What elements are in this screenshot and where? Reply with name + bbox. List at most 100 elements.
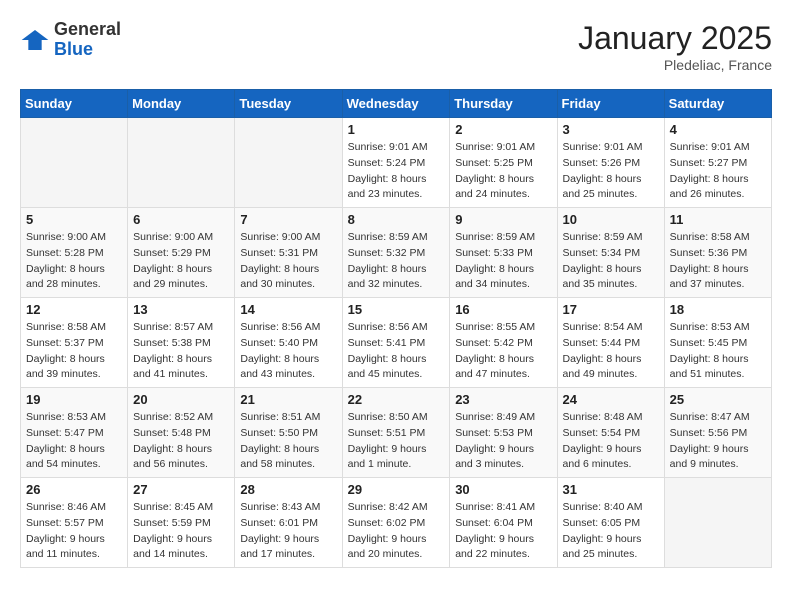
day-number: 11 <box>670 212 766 227</box>
day-of-week-header: Tuesday <box>235 90 342 118</box>
calendar-day-cell: 31 Sunrise: 8:40 AMSunset: 6:05 PMDayligh… <box>557 478 664 568</box>
day-number: 9 <box>455 212 551 227</box>
calendar-day-cell: 15 Sunrise: 8:56 AMSunset: 5:41 PMDayligh… <box>342 298 450 388</box>
day-info: Sunrise: 8:58 AMSunset: 5:37 PMDaylight:… <box>26 320 122 383</box>
day-info: Sunrise: 9:01 AMSunset: 5:27 PMDaylight:… <box>670 140 766 203</box>
day-info: Sunrise: 8:58 AMSunset: 5:36 PMDaylight:… <box>670 230 766 293</box>
title-block: January 2025 Pledeliac, France <box>578 20 772 73</box>
calendar-day-cell: 12 Sunrise: 8:58 AMSunset: 5:37 PMDayligh… <box>21 298 128 388</box>
day-info: Sunrise: 8:51 AMSunset: 5:50 PMDaylight:… <box>240 410 336 473</box>
calendar-day-cell: 3Sunrise: 9:01 AMSunset: 5:26 PMDaylight… <box>557 118 664 208</box>
calendar-day-cell: 19Sunrise: 8:53 AMSunset: 5:47 PMDayligh… <box>21 388 128 478</box>
calendar-day-cell: 28Sunrise: 8:43 AMSunset: 6:01 PMDayligh… <box>235 478 342 568</box>
day-info: Sunrise: 8:46 AMSunset: 5:57 PMDaylight:… <box>26 500 122 563</box>
day-number: 18 <box>670 302 766 317</box>
day-of-week-header: Monday <box>128 90 235 118</box>
day-number: 15 <box>348 302 445 317</box>
calendar-day-cell: 9 Sunrise: 8:59 AMSunset: 5:33 PMDaylight… <box>450 208 557 298</box>
calendar-day-cell: 7 Sunrise: 9:00 AMSunset: 5:31 PMDaylight… <box>235 208 342 298</box>
logo-blue: Blue <box>54 40 121 60</box>
day-info: Sunrise: 8:57 AMSunset: 5:38 PMDaylight:… <box>133 320 229 383</box>
day-number: 7 <box>240 212 336 227</box>
day-info: Sunrise: 8:52 AMSunset: 5:48 PMDaylight:… <box>133 410 229 473</box>
calendar-day-cell: 23 Sunrise: 8:49 AMSunset: 5:53 PMDayligh… <box>450 388 557 478</box>
calendar-header-row: SundayMondayTuesdayWednesdayThursdayFrid… <box>21 90 772 118</box>
day-number: 23 <box>455 392 551 407</box>
calendar-day-cell <box>128 118 235 208</box>
calendar-day-cell: 30 Sunrise: 8:41 AMSunset: 6:04 PMDayligh… <box>450 478 557 568</box>
day-number: 31 <box>563 482 659 497</box>
day-number: 1 <box>348 122 445 137</box>
day-number: 4 <box>670 122 766 137</box>
calendar-day-cell: 4 Sunrise: 9:01 AMSunset: 5:27 PMDaylight… <box>664 118 771 208</box>
calendar-day-cell: 24 Sunrise: 8:48 AMSunset: 5:54 PMDayligh… <box>557 388 664 478</box>
day-number: 28 <box>240 482 336 497</box>
calendar-day-cell <box>21 118 128 208</box>
calendar-day-cell <box>235 118 342 208</box>
day-info: Sunrise: 8:47 AMSunset: 5:56 PMDaylight:… <box>670 410 766 473</box>
day-of-week-header: Wednesday <box>342 90 450 118</box>
day-info: Sunrise: 8:59 AMSunset: 5:32 PMDaylight:… <box>348 230 445 293</box>
day-number: 22 <box>348 392 445 407</box>
logo-general: General <box>54 20 121 40</box>
calendar-day-cell: 29Sunrise: 8:42 AMSunset: 6:02 PMDayligh… <box>342 478 450 568</box>
day-info: Sunrise: 9:00 AMSunset: 5:31 PMDaylight:… <box>240 230 336 293</box>
day-info: Sunrise: 8:40 AMSunset: 6:05 PMDaylight:… <box>563 500 659 563</box>
day-number: 24 <box>563 392 659 407</box>
day-number: 17 <box>563 302 659 317</box>
calendar-day-cell: 11 Sunrise: 8:58 AMSunset: 5:36 PMDayligh… <box>664 208 771 298</box>
day-info: Sunrise: 9:01 AMSunset: 5:24 PMDaylight:… <box>348 140 445 203</box>
day-info: Sunrise: 8:45 AMSunset: 5:59 PMDaylight:… <box>133 500 229 563</box>
day-number: 26 <box>26 482 122 497</box>
day-number: 13 <box>133 302 229 317</box>
day-number: 20 <box>133 392 229 407</box>
calendar-table: SundayMondayTuesdayWednesdayThursdayFrid… <box>20 89 772 568</box>
day-info: Sunrise: 8:53 AMSunset: 5:47 PMDaylight:… <box>26 410 122 473</box>
calendar-day-cell: 10 Sunrise: 8:59 AMSunset: 5:34 PMDayligh… <box>557 208 664 298</box>
calendar-day-cell: 25Sunrise: 8:47 AMSunset: 5:56 PMDayligh… <box>664 388 771 478</box>
day-info: Sunrise: 8:41 AMSunset: 6:04 PMDaylight:… <box>455 500 551 563</box>
calendar-week-row: 19Sunrise: 8:53 AMSunset: 5:47 PMDayligh… <box>21 388 772 478</box>
page-header: General Blue January 2025 Pledeliac, Fra… <box>20 20 772 73</box>
calendar-day-cell: 21 Sunrise: 8:51 AMSunset: 5:50 PMDayligh… <box>235 388 342 478</box>
day-info: Sunrise: 9:01 AMSunset: 5:26 PMDaylight:… <box>563 140 659 203</box>
day-of-week-header: Sunday <box>21 90 128 118</box>
day-number: 10 <box>563 212 659 227</box>
logo-icon <box>20 28 50 52</box>
day-number: 12 <box>26 302 122 317</box>
calendar-week-row: 5Sunrise: 9:00 AMSunset: 5:28 PMDaylight… <box>21 208 772 298</box>
day-number: 5 <box>26 212 122 227</box>
month-title: January 2025 <box>578 20 772 57</box>
calendar-day-cell: 17 Sunrise: 8:54 AMSunset: 5:44 PMDayligh… <box>557 298 664 388</box>
day-number: 6 <box>133 212 229 227</box>
day-number: 30 <box>455 482 551 497</box>
day-info: Sunrise: 8:59 AMSunset: 5:33 PMDaylight:… <box>455 230 551 293</box>
calendar-day-cell: 16Sunrise: 8:55 AMSunset: 5:42 PMDayligh… <box>450 298 557 388</box>
day-of-week-header: Friday <box>557 90 664 118</box>
calendar-day-cell: 27 Sunrise: 8:45 AMSunset: 5:59 PMDayligh… <box>128 478 235 568</box>
day-info: Sunrise: 8:59 AMSunset: 5:34 PMDaylight:… <box>563 230 659 293</box>
location: Pledeliac, France <box>578 57 772 73</box>
day-number: 29 <box>348 482 445 497</box>
day-number: 21 <box>240 392 336 407</box>
day-info: Sunrise: 8:48 AMSunset: 5:54 PMDaylight:… <box>563 410 659 473</box>
calendar-day-cell <box>664 478 771 568</box>
day-info: Sunrise: 8:55 AMSunset: 5:42 PMDaylight:… <box>455 320 551 383</box>
calendar-day-cell: 18Sunrise: 8:53 AMSunset: 5:45 PMDayligh… <box>664 298 771 388</box>
day-info: Sunrise: 8:50 AMSunset: 5:51 PMDaylight:… <box>348 410 445 473</box>
day-info: Sunrise: 8:49 AMSunset: 5:53 PMDaylight:… <box>455 410 551 473</box>
calendar-week-row: 1 Sunrise: 9:01 AMSunset: 5:24 PMDaylight… <box>21 118 772 208</box>
calendar-day-cell: 14Sunrise: 8:56 AMSunset: 5:40 PMDayligh… <box>235 298 342 388</box>
day-info: Sunrise: 9:01 AMSunset: 5:25 PMDaylight:… <box>455 140 551 203</box>
calendar-day-cell: 5Sunrise: 9:00 AMSunset: 5:28 PMDaylight… <box>21 208 128 298</box>
calendar-day-cell: 22 Sunrise: 8:50 AMSunset: 5:51 PMDayligh… <box>342 388 450 478</box>
day-info: Sunrise: 8:54 AMSunset: 5:44 PMDaylight:… <box>563 320 659 383</box>
day-number: 27 <box>133 482 229 497</box>
day-number: 2 <box>455 122 551 137</box>
calendar-day-cell: 6Sunrise: 9:00 AMSunset: 5:29 PMDaylight… <box>128 208 235 298</box>
day-info: Sunrise: 8:56 AMSunset: 5:41 PMDaylight:… <box>348 320 445 383</box>
calendar-day-cell: 8Sunrise: 8:59 AMSunset: 5:32 PMDaylight… <box>342 208 450 298</box>
day-number: 14 <box>240 302 336 317</box>
calendar-day-cell: 13 Sunrise: 8:57 AMSunset: 5:38 PMDayligh… <box>128 298 235 388</box>
day-of-week-header: Saturday <box>664 90 771 118</box>
